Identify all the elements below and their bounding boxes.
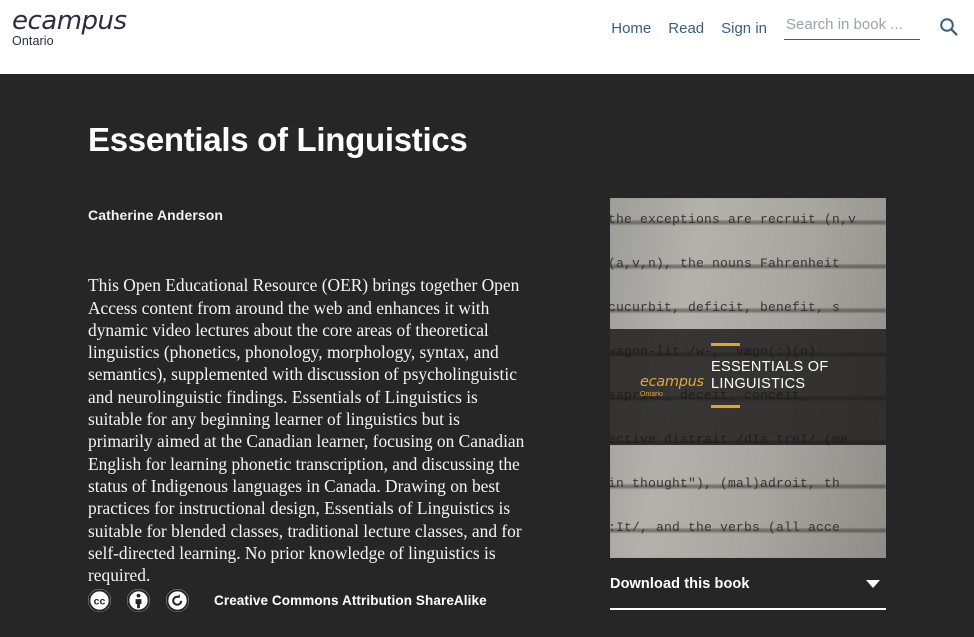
chevron-down-icon — [866, 580, 880, 588]
attribution-icon — [127, 589, 150, 612]
cover-logo: ecampus Ontario — [640, 375, 704, 398]
download-label: Download this book — [610, 576, 750, 592]
cover-accent-rule-bottom — [711, 405, 740, 408]
book-author: Catherine Anderson — [88, 207, 224, 224]
cover-text-line: (a,v,n), the nouns Fahrenheit — [610, 256, 841, 271]
cover-accent-rule-top — [711, 343, 740, 346]
main-navigation: Home Read Sign in — [611, 16, 958, 40]
cover-title-band: ESSENTIALS OF LINGUISTICS ecampus Ontari… — [610, 329, 886, 445]
search-input[interactable] — [786, 16, 918, 33]
cover-text-line: the exceptions are recruit (n,v — [610, 212, 857, 227]
license-badge[interactable]: cc Creative Commons Attribution ShareAli… — [88, 589, 487, 612]
cc-icon: cc — [88, 589, 111, 612]
main-content: Essentials of Linguistics Catherine Ande… — [0, 74, 974, 637]
site-logo[interactable]: ecampus Ontario — [12, 8, 127, 48]
book-side-panel: the exceptions are recruit (n,v (a,v,n),… — [610, 74, 886, 610]
search-submit-button[interactable] — [939, 17, 958, 39]
book-description: This Open Educational Resource (OER) bri… — [88, 275, 525, 586]
cover-text-line: :It/, and the verbs (all acce — [610, 520, 841, 535]
cover-text-line: in thought"), (mal)adroit, th — [610, 476, 841, 491]
download-this-book-button[interactable]: Download this book — [610, 576, 886, 610]
sharealike-icon — [166, 589, 189, 612]
book-info-panel: Essentials of Linguistics Catherine Ande… — [88, 121, 528, 586]
cover-text-line: cucurbit, deficit, benefit, s — [610, 300, 841, 315]
cover-title: ESSENTIALS OF LINGUISTICS — [711, 359, 829, 392]
cover-text-line: exploit, acquit, and (ending — [614, 550, 886, 558]
search-field-wrapper — [784, 16, 920, 40]
page-title: Essentials of Linguistics — [88, 121, 468, 158]
site-header: ecampus Ontario Home Read Sign in — [0, 0, 974, 74]
svg-text:cc: cc — [94, 596, 106, 608]
site-logo-region: Ontario — [12, 34, 54, 48]
cover-logo-region: Ontario — [640, 390, 663, 398]
search-icon — [939, 17, 958, 39]
site-logo-name: ecampus — [12, 6, 127, 36]
cover-logo-name: ecampus — [640, 374, 704, 390]
nav-item-home[interactable]: Home — [611, 21, 651, 36]
license-label: Creative Commons Attribution ShareAlike — [214, 593, 487, 608]
book-cover[interactable]: the exceptions are recruit (n,v (a,v,n),… — [610, 198, 886, 558]
nav-item-sign-in[interactable]: Sign in — [721, 21, 767, 36]
nav-item-read[interactable]: Read — [668, 21, 704, 36]
